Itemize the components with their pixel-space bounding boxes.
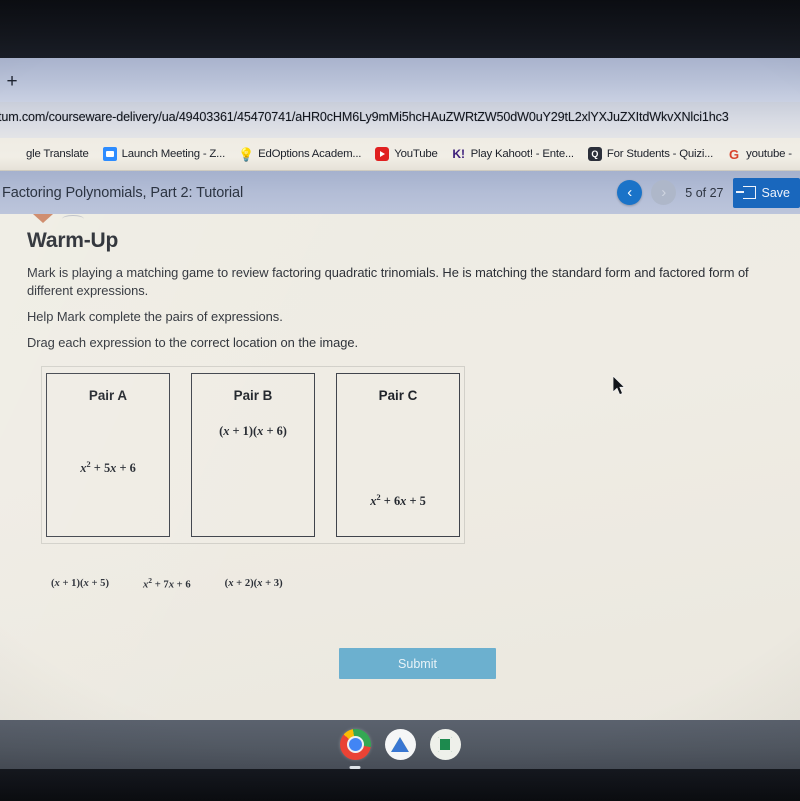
submit-button[interactable]: Submit — [339, 648, 496, 679]
omnibox[interactable]: tum.com/courseware-delivery/ua/49403361/… — [0, 102, 800, 138]
youtube-icon — [375, 147, 390, 161]
pair-a-expression: x2 + 5x + 6 — [80, 459, 136, 476]
pair-b-expression: (x + 1)(x + 6) — [219, 424, 287, 438]
zoom-icon — [102, 147, 117, 161]
pair-a-label: Pair A — [88, 388, 128, 403]
drag-token-2[interactable]: x2 + 7x + 6 — [140, 574, 194, 593]
pair-boxes-row: Pair A x2 + 5x + 6 Pair B (x + 1)(x + 6)… — [46, 373, 462, 537]
orange-marker-icon — [33, 214, 53, 223]
google-icon: G — [729, 146, 740, 162]
save-button[interactable]: Save — [732, 177, 800, 208]
bookmark-label: EdOptions Academ... — [258, 148, 362, 160]
chrome-icon[interactable] — [339, 729, 371, 769]
lesson-content-area: Warm-Up Mark is playing a matching game … — [0, 214, 800, 720]
header-controls: ‹ › 5 of 27 Save — [617, 177, 800, 208]
bookmark-edoptions-academy[interactable]: 💡 EdOptions Academ... — [232, 141, 368, 167]
bookmark-launch-meeting[interactable]: Launch Meeting - Z... — [96, 141, 232, 167]
quizizz-icon: Q — [587, 147, 602, 161]
bookmark-label: Launch Meeting - Z... — [121, 148, 226, 160]
screen-bezel-bottom — [0, 769, 800, 801]
translate-icon — [7, 147, 21, 161]
pair-box-a[interactable]: Pair A x2 + 5x + 6 — [46, 373, 170, 537]
next-page-button[interactable]: › — [651, 180, 677, 205]
page-counter: 5 of 27 — [685, 185, 724, 200]
previous-page-button[interactable]: ‹ — [617, 180, 643, 205]
pair-box-b[interactable]: Pair B (x + 1)(x + 6) — [191, 373, 315, 537]
chromebook-screen-photo: + tum.com/courseware-delivery/ua/4940336… — [0, 0, 800, 801]
pair-b-label: Pair B — [233, 388, 273, 403]
new-tab-button[interactable]: + — [1, 72, 23, 94]
instruction-paragraph-1: Mark is playing a matching game to revie… — [27, 265, 749, 298]
kahoot-icon: K! — [452, 147, 465, 161]
google-drive-icon[interactable] — [384, 729, 416, 760]
lesson-header-bar: Factoring Polynomials, Part 2: Tutorial … — [0, 171, 800, 214]
draggable-tokens-row: (x + 1)(x + 5) x2 + 7x + 6 (x + 2)(x + 3… — [48, 574, 286, 593]
bookmark-label: gle Translate — [26, 148, 89, 160]
bookmark-youtube[interactable]: YouTube — [368, 141, 444, 167]
chromeos-shelf — [0, 720, 800, 769]
bookmark-label: For Students - Quizi... — [606, 148, 714, 160]
bookmark-google-translate[interactable]: gle Translate — [0, 141, 96, 167]
bookmark-label: youtube - — [746, 148, 792, 160]
instruction-paragraph-2: Help Mark complete the pairs of expressi… — [27, 309, 283, 324]
drop-zone-container: Pair A x2 + 5x + 6 Pair B (x + 1)(x + 6)… — [41, 366, 465, 544]
section-heading: Warm-Up — [27, 229, 119, 252]
url-text: tum.com/courseware-delivery/ua/49403361/… — [0, 110, 729, 124]
instruction-paragraph-3: Drag each expression to the correct loca… — [27, 335, 359, 350]
save-button-label: Save — [761, 185, 791, 200]
browser-tab-strip — [0, 58, 800, 102]
pair-box-c[interactable]: Pair C x2 + 6x + 5 — [336, 373, 460, 537]
bookmark-label: Play Kahoot! - Ente... — [470, 148, 574, 160]
lightbulb-icon: 💡 — [237, 146, 255, 162]
screen-bezel-top — [0, 0, 800, 58]
pair-c-expression: x2 + 6x + 5 — [370, 492, 426, 509]
bookmark-quizizz-for-students[interactable]: Q For Students - Quizi... — [581, 141, 720, 167]
bookmark-youtube-search[interactable]: G youtube - — [720, 141, 799, 167]
bookmarks-bar: gle Translate Launch Meeting - Z... 💡 Ed… — [0, 138, 800, 171]
page-title: Factoring Polynomials, Part 2: Tutorial — [2, 184, 244, 201]
pair-c-label: Pair C — [378, 388, 418, 403]
decorative-wisp — [62, 215, 84, 223]
bookmark-label: YouTube — [394, 148, 438, 160]
drag-token-3[interactable]: (x + 2)(x + 3) — [222, 576, 286, 591]
drag-token-1[interactable]: (x + 1)(x + 5) — [48, 576, 112, 591]
bookmark-play-kahoot[interactable]: K! Play Kahoot! - Ente... — [445, 141, 581, 167]
sheets-icon[interactable] — [429, 729, 461, 760]
save-exit-icon — [735, 186, 756, 199]
